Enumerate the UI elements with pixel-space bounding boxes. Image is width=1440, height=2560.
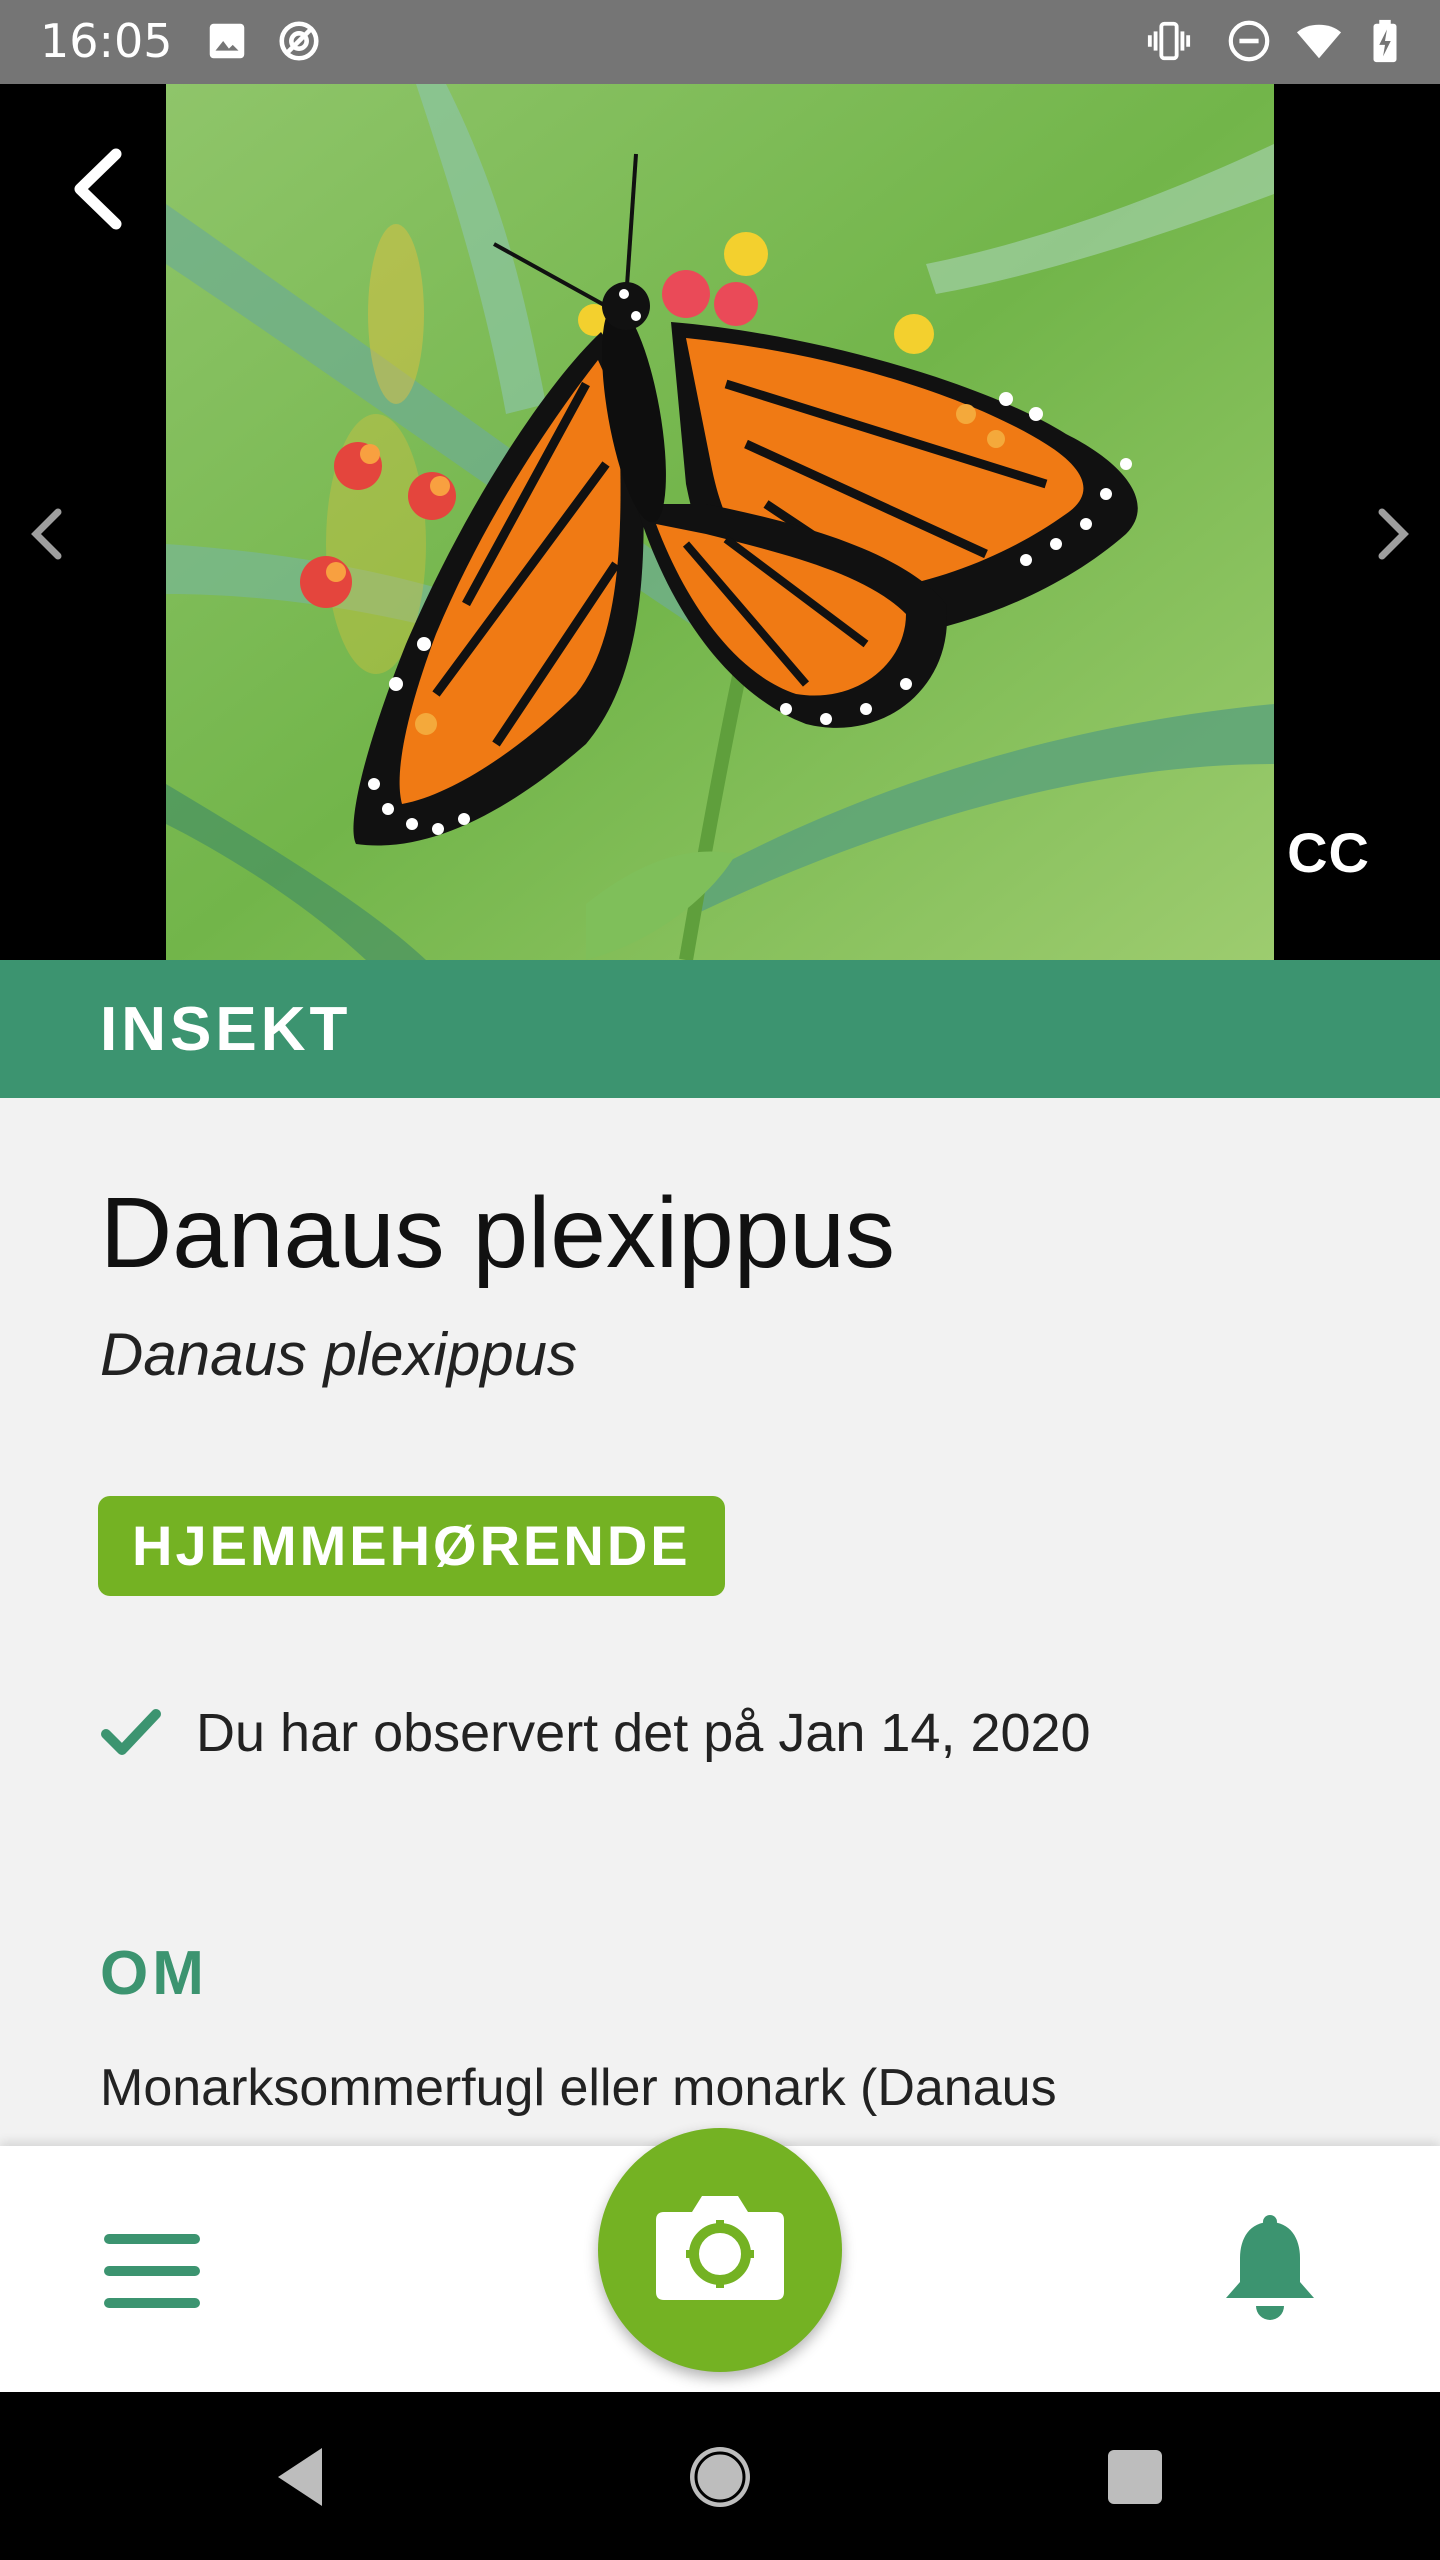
chevron-right-icon[interactable] [1368,504,1418,564]
status-badge: HJEMMEHØRENDE [98,1496,725,1596]
system-nav-bar [0,2392,1440,2560]
dnd-icon [1228,20,1270,62]
bell-icon[interactable] [1218,2214,1322,2324]
species-photo-carousel[interactable]: CC [0,84,1440,960]
sync-disabled-icon [279,21,319,61]
category-band: INSEKT [0,960,1440,1098]
camera-icon [656,2196,784,2300]
battery-charging-icon [1373,19,1397,63]
species-scientific-name: Danaus plexippus [100,1321,577,1388]
nav-home-icon[interactable] [685,2442,755,2512]
observation-text: Du har observert det på Jan 14, 2020 [196,1703,1091,1763]
back-chevron-icon[interactable] [60,144,140,234]
camera-button[interactable] [598,2128,842,2372]
chevron-left-icon[interactable] [22,504,72,564]
hamburger-menu-icon[interactable] [100,2226,204,2316]
species-common-name: Danaus plexippus [100,1177,895,1289]
image-icon [209,23,245,59]
vibrate-icon [1147,21,1191,61]
about-heading: OM [100,1939,208,2008]
species-details: Danaus plexippus Danaus plexippus HJEMME… [0,1098,1440,2148]
butterfly-photo [166,84,1274,960]
status-time: 16:05 [40,14,173,68]
license-label[interactable]: CC [1287,820,1370,885]
nav-back-icon[interactable] [266,2442,336,2512]
check-icon [101,1709,161,1755]
about-text: Monarksommerfugl eller monark (Danaus [100,2059,1057,2117]
category-label: INSEKT [100,995,352,1064]
status-bar: 16:05 [0,0,1440,84]
nav-recents-icon[interactable] [1100,2442,1170,2512]
wifi-icon [1296,24,1342,59]
